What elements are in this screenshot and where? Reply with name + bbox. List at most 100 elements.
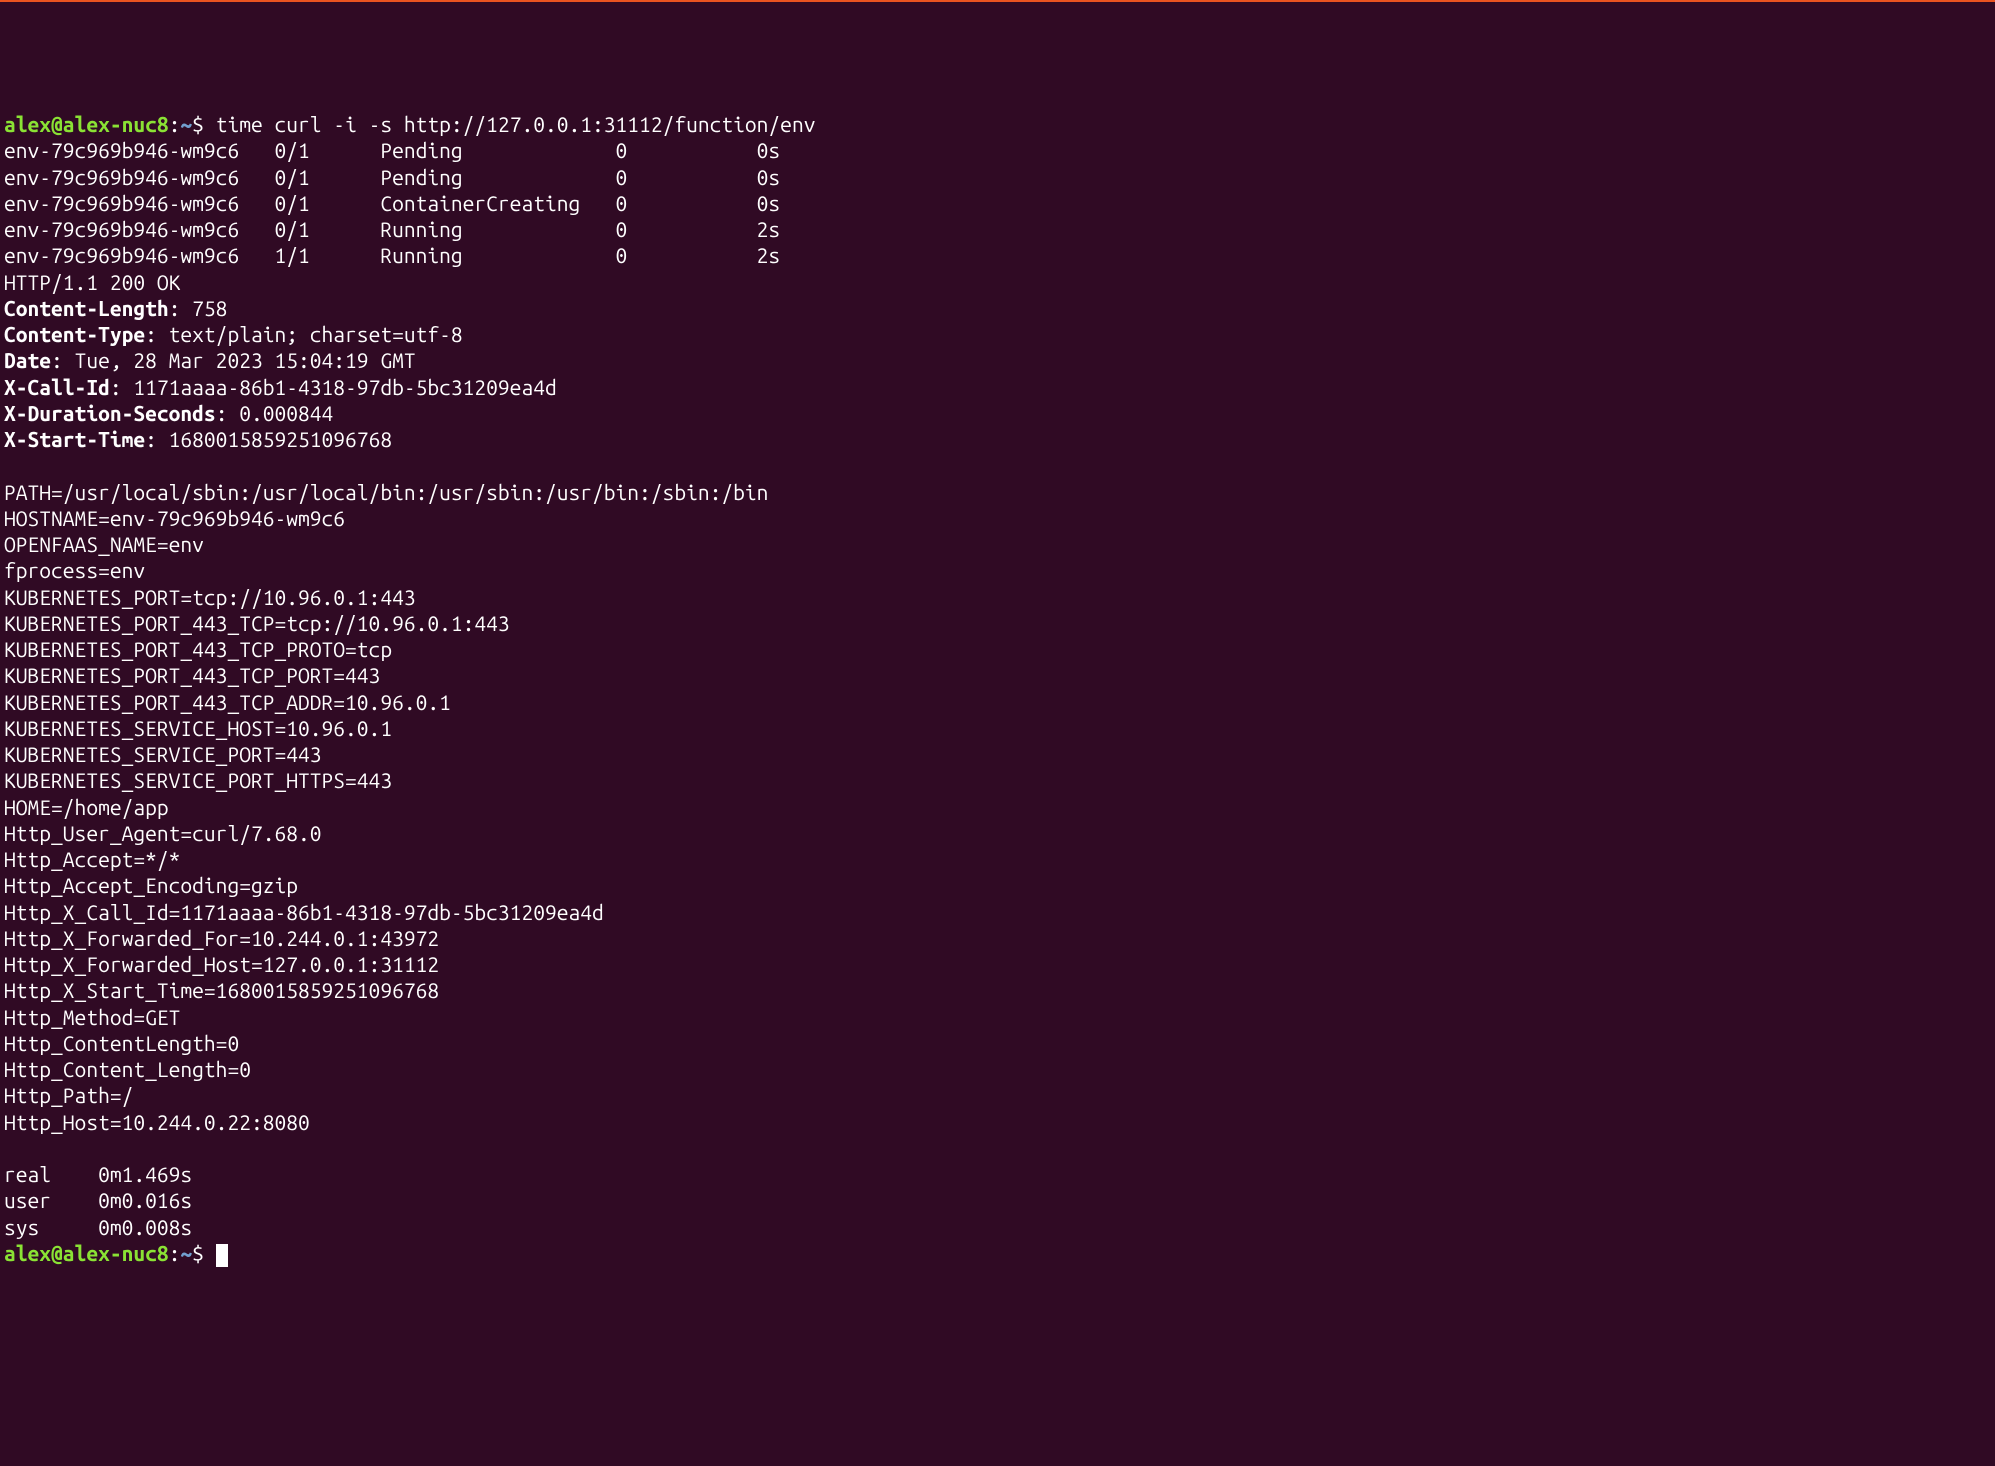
body-line: KUBERNETES_PORT=tcp://10.96.0.1:443 — [4, 585, 416, 609]
blank-2 — [4, 1135, 1991, 1161]
body-line: Http_Content_Length=0 — [4, 1057, 251, 1081]
body-line-22: Http_Content_Length=0 — [4, 1056, 1991, 1082]
body-line: KUBERNETES_PORT_443_TCP_ADDR=10.96.0.1 — [4, 690, 451, 714]
http-header-value: : Tue, 28 Mar 2023 15:04:19 GMT — [51, 348, 416, 372]
body-line: Http_Path=/ — [4, 1083, 133, 1107]
body-line: Http_User_Agent=curl/7.68.0 — [4, 821, 322, 845]
timing-2: sys 0m0.008s — [4, 1214, 1991, 1240]
prompt-sep: : — [169, 112, 181, 136]
http-header-4: X-Duration-Seconds: 0.000844 — [4, 400, 1991, 426]
pod-status-line: env-79c969b946-wm9c6 0/1 ContainerCreati… — [4, 191, 780, 215]
timing-line: real 0m1.469s — [4, 1162, 192, 1186]
timing-line: sys 0m0.008s — [4, 1215, 192, 1239]
http-header-value: : 758 — [169, 296, 228, 320]
body-line: Http_Accept_Encoding=gzip — [4, 873, 298, 897]
prompt-path: ~ — [180, 112, 192, 136]
body-line: KUBERNETES_PORT_443_TCP_PORT=443 — [4, 663, 380, 687]
body-line-6: KUBERNETES_PORT_443_TCP_PROTO=tcp — [4, 636, 1991, 662]
body-line: KUBERNETES_PORT_443_TCP=tcp://10.96.0.1:… — [4, 611, 510, 635]
body-line: Http_Accept=*/* — [4, 847, 180, 871]
http-header-value: : 1171aaaa-86b1-4318-97db-5bc31209ea4d — [110, 375, 557, 399]
http-header-key: Content-Type — [4, 322, 145, 346]
pod-status-line: env-79c969b946-wm9c6 1/1 Running 0 2s — [4, 243, 780, 267]
http-header-key: Date — [4, 348, 51, 372]
body-line-14: Http_Accept=*/* — [4, 846, 1991, 872]
timing-1: user 0m0.016s — [4, 1187, 1991, 1213]
body-line: PATH=/usr/local/sbin:/usr/local/bin:/usr… — [4, 480, 768, 504]
prompt-userhost: alex@alex-nuc8 — [4, 112, 169, 136]
prompt-line-2: alex@alex-nuc8:~$ — [4, 1240, 1991, 1266]
body-line: Http_Host=10.244.0.22:8080 — [4, 1110, 310, 1134]
pod-status-line: env-79c969b946-wm9c6 0/1 Running 0 2s — [4, 217, 780, 241]
pod-row-2: env-79c969b946-wm9c6 0/1 ContainerCreati… — [4, 190, 1991, 216]
body-line-3: fprocess=env — [4, 557, 1991, 583]
pod-row-4: env-79c969b946-wm9c6 1/1 Running 0 2s — [4, 242, 1991, 268]
body-line-15: Http_Accept_Encoding=gzip — [4, 872, 1991, 898]
body-line-7: KUBERNETES_PORT_443_TCP_PORT=443 — [4, 662, 1991, 688]
http-status-line: HTTP/1.1 200 OK — [4, 269, 1991, 295]
body-line-4: KUBERNETES_PORT=tcp://10.96.0.1:443 — [4, 584, 1991, 610]
http-header-1: Content-Type: text/plain; charset=utf-8 — [4, 321, 1991, 347]
http-header-0: Content-Length: 758 — [4, 295, 1991, 321]
pod-row-0: env-79c969b946-wm9c6 0/1 Pending 0 0s — [4, 137, 1991, 163]
prompt-line-1: alex@alex-nuc8:~$ time curl -i -s http:/… — [4, 111, 1991, 137]
body-line-5: KUBERNETES_PORT_443_TCP=tcp://10.96.0.1:… — [4, 610, 1991, 636]
body-line: Http_X_Start_Time=1680015859251096768 — [4, 978, 439, 1002]
body-line: fprocess=env — [4, 558, 145, 582]
prompt-dollar: $ — [192, 1241, 216, 1265]
pod-status-line: env-79c969b946-wm9c6 0/1 Pending 0 0s — [4, 165, 780, 189]
pod-row-3: env-79c969b946-wm9c6 0/1 Running 0 2s — [4, 216, 1991, 242]
body-line: OPENFAAS_NAME=env — [4, 532, 204, 556]
body-line: HOSTNAME=env-79c969b946-wm9c6 — [4, 506, 345, 530]
body-line: Http_X_Forwarded_For=10.244.0.1:43972 — [4, 926, 439, 950]
prompt-sep: : — [169, 1241, 181, 1265]
body-line-17: Http_X_Forwarded_For=10.244.0.1:43972 — [4, 925, 1991, 951]
body-line-0: PATH=/usr/local/sbin:/usr/local/bin:/usr… — [4, 479, 1991, 505]
terminal-output[interactable]: alex@alex-nuc8:~$ time curl -i -s http:/… — [4, 111, 1991, 1266]
body-line: KUBERNETES_SERVICE_PORT_HTTPS=443 — [4, 768, 392, 792]
body-line-13: Http_User_Agent=curl/7.68.0 — [4, 820, 1991, 846]
body-line-21: Http_ContentLength=0 — [4, 1030, 1991, 1056]
pod-row-1: env-79c969b946-wm9c6 0/1 Pending 0 0s — [4, 164, 1991, 190]
http-header-key: X-Duration-Seconds — [4, 401, 216, 425]
body-line-8: KUBERNETES_PORT_443_TCP_ADDR=10.96.0.1 — [4, 689, 1991, 715]
body-line: KUBERNETES_SERVICE_PORT=443 — [4, 742, 322, 766]
blank-1 — [4, 452, 1991, 478]
timing-0: real 0m1.469s — [4, 1161, 1991, 1187]
http-header-2: Date: Tue, 28 Mar 2023 15:04:19 GMT — [4, 347, 1991, 373]
command-text: time curl -i -s http://127.0.0.1:31112/f… — [216, 112, 816, 136]
http-header-3: X-Call-Id: 1171aaaa-86b1-4318-97db-5bc31… — [4, 374, 1991, 400]
body-line-2: OPENFAAS_NAME=env — [4, 531, 1991, 557]
blank-line — [4, 1136, 16, 1160]
cursor[interactable] — [216, 1244, 229, 1267]
body-line-20: Http_Method=GET — [4, 1004, 1991, 1030]
blank-line — [4, 453, 16, 477]
timing-line: user 0m0.016s — [4, 1188, 192, 1212]
http-header-key: X-Call-Id — [4, 375, 110, 399]
prompt-userhost: alex@alex-nuc8 — [4, 1241, 169, 1265]
body-line: KUBERNETES_SERVICE_HOST=10.96.0.1 — [4, 716, 392, 740]
body-line-18: Http_X_Forwarded_Host=127.0.0.1:31112 — [4, 951, 1991, 977]
body-line: HOME=/home/app — [4, 795, 169, 819]
http-header-value: : text/plain; charset=utf-8 — [145, 322, 463, 346]
body-line-12: HOME=/home/app — [4, 794, 1991, 820]
http-header-key: X-Start-Time — [4, 427, 145, 451]
body-line: Http_X_Forwarded_Host=127.0.0.1:31112 — [4, 952, 439, 976]
body-line-11: KUBERNETES_SERVICE_PORT_HTTPS=443 — [4, 767, 1991, 793]
pod-status-line: env-79c969b946-wm9c6 0/1 Pending 0 0s — [4, 138, 780, 162]
body-line: KUBERNETES_PORT_443_TCP_PROTO=tcp — [4, 637, 392, 661]
body-line-16: Http_X_Call_Id=1171aaaa-86b1-4318-97db-5… — [4, 899, 1991, 925]
http-header-5: X-Start-Time: 1680015859251096768 — [4, 426, 1991, 452]
body-line-1: HOSTNAME=env-79c969b946-wm9c6 — [4, 505, 1991, 531]
prompt-dollar: $ — [192, 112, 216, 136]
http-status: HTTP/1.1 200 OK — [4, 270, 180, 294]
body-line-24: Http_Host=10.244.0.22:8080 — [4, 1109, 1991, 1135]
body-line-19: Http_X_Start_Time=1680015859251096768 — [4, 977, 1991, 1003]
body-line-10: KUBERNETES_SERVICE_PORT=443 — [4, 741, 1991, 767]
http-header-key: Content-Length — [4, 296, 169, 320]
body-line-9: KUBERNETES_SERVICE_HOST=10.96.0.1 — [4, 715, 1991, 741]
body-line-23: Http_Path=/ — [4, 1082, 1991, 1108]
body-line: Http_X_Call_Id=1171aaaa-86b1-4318-97db-5… — [4, 900, 604, 924]
http-header-value: : 0.000844 — [216, 401, 334, 425]
body-line: Http_Method=GET — [4, 1005, 180, 1029]
